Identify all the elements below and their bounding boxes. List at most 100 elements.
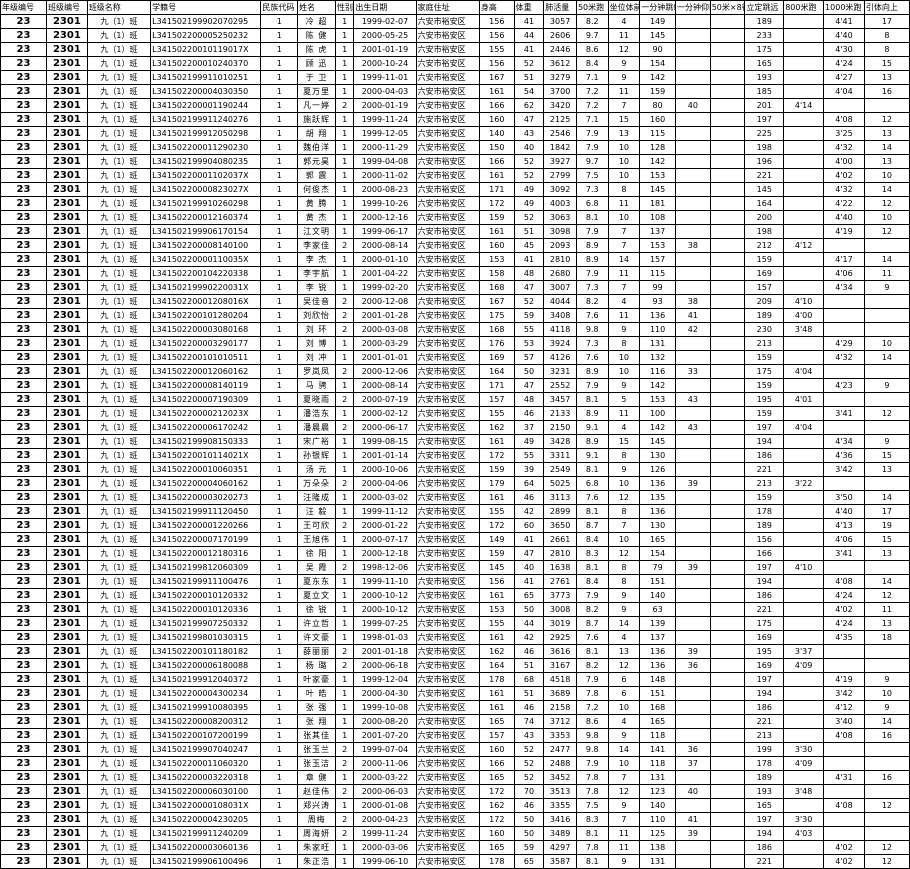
- table-cell[interactable]: 九（1）班: [86, 742, 152, 757]
- table-cell[interactable]: 潘浩东: [297, 406, 336, 421]
- table-cell[interactable]: 2000-10-06: [353, 462, 417, 477]
- table-cell[interactable]: [674, 378, 711, 393]
- table-cell[interactable]: 178: [478, 672, 515, 687]
- table-cell[interactable]: 23: [0, 336, 47, 351]
- table-cell[interactable]: 23: [0, 476, 47, 491]
- table-cell[interactable]: 六安市裕安区: [415, 210, 480, 225]
- table-cell[interactable]: 2: [334, 826, 355, 841]
- table-cell[interactable]: 13: [607, 644, 641, 659]
- table-cell[interactable]: [783, 714, 825, 729]
- table-cell[interactable]: 九（1）班: [86, 182, 152, 197]
- table-cell[interactable]: 12: [607, 42, 641, 57]
- table-cell[interactable]: 2301: [45, 196, 88, 211]
- table-cell[interactable]: 8: [607, 504, 641, 519]
- table-cell[interactable]: [823, 742, 865, 757]
- table-cell[interactable]: 4'40: [823, 28, 865, 43]
- table-cell[interactable]: 9: [863, 700, 910, 715]
- table-cell[interactable]: 175: [744, 364, 785, 379]
- table-cell[interactable]: [783, 112, 825, 127]
- table-cell[interactable]: 8.7: [575, 518, 609, 533]
- table-cell[interactable]: [674, 854, 711, 869]
- table-cell[interactable]: L341502200012060162: [150, 364, 262, 379]
- table-cell[interactable]: 六安市裕安区: [415, 70, 480, 85]
- table-cell[interactable]: 52: [513, 742, 545, 757]
- table-cell[interactable]: 九（1）班: [86, 448, 152, 463]
- table-cell[interactable]: 157: [478, 728, 515, 743]
- table-cell[interactable]: L341502199911240209: [150, 826, 262, 841]
- table-cell[interactable]: 23: [0, 252, 47, 267]
- table-cell[interactable]: 10: [607, 756, 641, 771]
- table-cell[interactable]: 4297: [543, 840, 577, 855]
- table-cell[interactable]: 1: [260, 476, 299, 491]
- table-cell[interactable]: 4'02: [823, 840, 865, 855]
- table-cell[interactable]: 8.2: [575, 602, 609, 617]
- table-cell[interactable]: 40: [674, 98, 711, 113]
- table-cell[interactable]: 冷 超: [297, 14, 336, 29]
- table-cell[interactable]: 1: [260, 826, 299, 841]
- table-cell[interactable]: [709, 168, 746, 183]
- table-cell[interactable]: [674, 28, 711, 43]
- table-cell[interactable]: 九（1）班: [86, 728, 152, 743]
- table-cell[interactable]: 1: [334, 112, 355, 127]
- table-cell[interactable]: 4: [607, 294, 641, 309]
- table-cell[interactable]: 159: [744, 378, 785, 393]
- table-cell[interactable]: 2301: [45, 812, 88, 827]
- table-cell[interactable]: 1: [334, 840, 355, 855]
- table-cell[interactable]: 1: [334, 56, 355, 71]
- table-cell[interactable]: [709, 476, 746, 491]
- table-cell[interactable]: 九（1）班: [86, 350, 152, 365]
- table-cell[interactable]: [823, 658, 865, 673]
- table-cell[interactable]: 41: [513, 574, 545, 589]
- table-cell[interactable]: [674, 490, 711, 505]
- table-cell[interactable]: 4'34: [823, 434, 865, 449]
- table-cell[interactable]: [823, 644, 865, 659]
- table-cell[interactable]: 2000-04-30: [353, 686, 417, 701]
- table-cell[interactable]: 3616: [543, 644, 577, 659]
- table-cell[interactable]: 1999-07-04: [353, 742, 417, 757]
- table-cell[interactable]: 10: [607, 364, 641, 379]
- table-cell[interactable]: L34150220000110035X: [150, 252, 262, 267]
- table-cell[interactable]: 11: [863, 602, 910, 617]
- table-cell[interactable]: 六安市裕安区: [415, 854, 480, 869]
- table-cell[interactable]: 189: [744, 518, 785, 533]
- table-cell[interactable]: L341502199911010251: [150, 70, 262, 85]
- table-cell[interactable]: 115: [639, 126, 676, 141]
- table-cell[interactable]: 52: [513, 770, 545, 785]
- table-cell[interactable]: 130: [639, 518, 676, 533]
- table-cell[interactable]: [783, 602, 825, 617]
- table-cell[interactable]: [674, 140, 711, 155]
- table-cell[interactable]: 23: [0, 308, 47, 323]
- table-cell[interactable]: 13: [863, 546, 910, 561]
- table-cell[interactable]: 九（1）班: [86, 574, 152, 589]
- table-cell[interactable]: 1: [260, 392, 299, 407]
- table-cell[interactable]: 1: [260, 266, 299, 281]
- table-cell[interactable]: [823, 560, 865, 575]
- table-cell[interactable]: 1: [260, 742, 299, 757]
- table-cell[interactable]: 1: [260, 714, 299, 729]
- table-cell[interactable]: 2000-04-23: [353, 812, 417, 827]
- table-cell[interactable]: 9: [607, 462, 641, 477]
- table-cell[interactable]: 1999-11-01: [353, 70, 417, 85]
- table-cell[interactable]: [823, 392, 865, 407]
- table-cell[interactable]: [709, 238, 746, 253]
- table-cell[interactable]: 172: [478, 812, 515, 827]
- table-cell[interactable]: 4'32: [823, 350, 865, 365]
- table-cell[interactable]: [709, 196, 746, 211]
- table-cell[interactable]: 12: [863, 840, 910, 855]
- table-cell[interactable]: L34150219990220031X: [150, 280, 262, 295]
- table-cell[interactable]: 13: [863, 616, 910, 631]
- table-cell[interactable]: 许文豪: [297, 630, 336, 645]
- table-cell[interactable]: L341502200005250232: [150, 28, 262, 43]
- table-cell[interactable]: 3063: [543, 210, 577, 225]
- table-cell[interactable]: 2000-06-18: [353, 658, 417, 673]
- table-cell[interactable]: 九（1）班: [86, 280, 152, 295]
- table-cell[interactable]: [674, 84, 711, 99]
- table-cell[interactable]: 六安市裕安区: [415, 840, 480, 855]
- table-cell[interactable]: L34150220000108031X: [150, 798, 262, 813]
- table-cell[interactable]: 1: [334, 490, 355, 505]
- table-cell[interactable]: 8.6: [575, 42, 609, 57]
- table-cell[interactable]: [783, 378, 825, 393]
- table-cell[interactable]: 九（1）班: [86, 294, 152, 309]
- table-cell[interactable]: 10: [607, 154, 641, 169]
- table-cell[interactable]: 吴佳音: [297, 294, 336, 309]
